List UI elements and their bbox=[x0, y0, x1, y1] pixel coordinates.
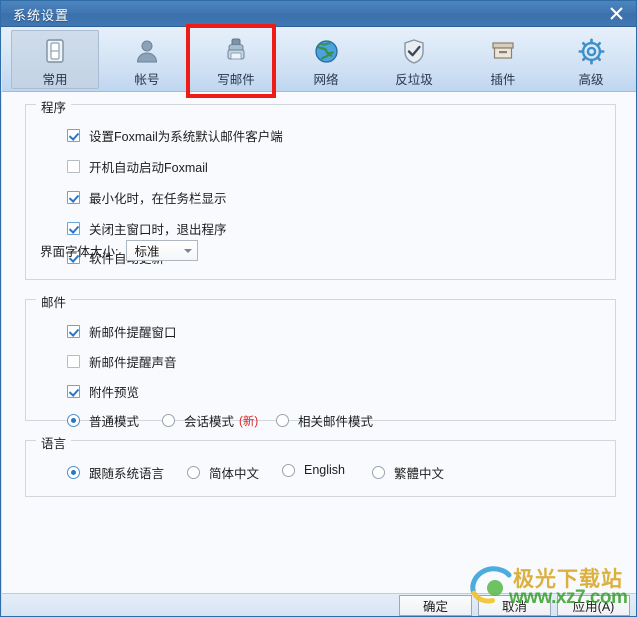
dialog-footer: 确定 取消 应用(A) bbox=[2, 593, 636, 616]
cancel-button[interactable]: 取消 bbox=[478, 595, 551, 616]
language-group-legend: 语言 bbox=[36, 433, 72, 452]
checkbox-exit-on-close[interactable] bbox=[67, 222, 80, 235]
option-label: 普通模式 bbox=[89, 415, 140, 429]
option-label: 繁體中文 bbox=[394, 467, 445, 481]
option-label: 关闭主窗口时，退出程序 bbox=[89, 223, 227, 237]
plugin-box-icon bbox=[490, 34, 516, 68]
font-size-value: 标准 bbox=[134, 245, 160, 259]
tab-accounts[interactable]: 帐号 bbox=[103, 30, 191, 89]
close-icon bbox=[609, 7, 623, 20]
checkbox-autostart[interactable] bbox=[67, 160, 80, 173]
checkbox-new-mail-popup[interactable] bbox=[67, 325, 80, 338]
radio-related-mail-mode[interactable] bbox=[276, 414, 289, 427]
ok-button[interactable]: 确定 bbox=[399, 595, 472, 616]
option-label: 新邮件提醒窗口 bbox=[89, 326, 177, 340]
option-label: 开机自动启动Foxmail bbox=[89, 161, 208, 175]
option-label: English bbox=[304, 463, 345, 477]
checkbox-attachment-preview[interactable] bbox=[67, 385, 80, 398]
chevron-down-icon bbox=[184, 248, 193, 253]
globe-icon bbox=[313, 34, 340, 68]
option-attachment-preview[interactable]: 附件预览 bbox=[67, 382, 139, 401]
option-autostart[interactable]: 开机自动启动Foxmail bbox=[67, 157, 208, 176]
settings-content-panel: 程序 设置Foxmail为系统默认邮件客户端 开机自动启动Foxmail 最小化… bbox=[2, 92, 636, 593]
radio-simplified-chinese[interactable] bbox=[187, 466, 200, 479]
close-button[interactable] bbox=[602, 2, 630, 25]
window-title: 系统设置 bbox=[13, 8, 70, 23]
font-size-row: 界面字体大小: 标准 bbox=[40, 240, 199, 261]
option-label: 会话模式 bbox=[184, 415, 235, 429]
radio-option-related-mail-mode[interactable]: 相关邮件模式 bbox=[276, 411, 373, 430]
radio-option-simplified-chinese[interactable]: 简体中文 bbox=[187, 463, 259, 482]
option-new-mail-sound[interactable]: 新邮件提醒声音 bbox=[67, 352, 177, 371]
tab-label: 写邮件 bbox=[217, 73, 255, 87]
tab-general[interactable]: 常用 bbox=[11, 30, 99, 89]
mail-compose-icon bbox=[222, 34, 250, 68]
tab-label: 插件 bbox=[490, 73, 516, 87]
apply-button[interactable]: 应用(A) bbox=[557, 595, 630, 616]
radio-option-english[interactable]: English bbox=[282, 463, 345, 477]
radio-option-conversation-mode[interactable]: 会话模式 (新) bbox=[162, 411, 258, 430]
tab-label: 反垃圾 bbox=[395, 73, 433, 87]
tab-antispam[interactable]: 反垃圾 bbox=[370, 30, 458, 89]
option-label: 设置Foxmail为系统默认邮件客户端 bbox=[89, 130, 283, 144]
program-group-legend: 程序 bbox=[36, 97, 72, 116]
option-label: 最小化时，在任务栏显示 bbox=[89, 192, 227, 206]
tab-label: 常用 bbox=[42, 73, 68, 87]
user-icon bbox=[133, 34, 161, 68]
mail-group-legend: 邮件 bbox=[36, 292, 72, 311]
tab-plugins[interactable]: 插件 bbox=[459, 30, 547, 89]
shield-check-icon bbox=[401, 34, 427, 68]
option-exit-on-close[interactable]: 关闭主窗口时，退出程序 bbox=[67, 219, 227, 238]
language-group: 语言 跟随系统语言 简体中文 English 繁體中文 bbox=[25, 433, 616, 497]
radio-system-language[interactable] bbox=[67, 466, 80, 479]
tab-network[interactable]: 网络 bbox=[282, 30, 370, 89]
settings-tab-strip: 常用 帐号 写邮件 网络 反垃圾 插件 高级 bbox=[2, 27, 636, 92]
radio-option-normal-mode[interactable]: 普通模式 bbox=[67, 411, 139, 430]
radio-english[interactable] bbox=[282, 463, 295, 477]
toggle-switch-icon bbox=[42, 34, 68, 68]
checkbox-new-mail-sound[interactable] bbox=[67, 355, 80, 368]
tab-compose[interactable]: 写邮件 bbox=[192, 30, 280, 89]
option-label: 简体中文 bbox=[209, 467, 260, 481]
tab-label: 网络 bbox=[313, 73, 339, 87]
radio-option-traditional-chinese[interactable]: 繁體中文 bbox=[372, 463, 444, 482]
option-new-mail-popup[interactable]: 新邮件提醒窗口 bbox=[67, 322, 177, 341]
option-minimize-to-tray[interactable]: 最小化时，在任务栏显示 bbox=[67, 188, 227, 207]
checkbox-default-mail-client[interactable] bbox=[67, 129, 80, 142]
option-label: 相关邮件模式 bbox=[298, 415, 374, 429]
checkbox-minimize-to-tray[interactable] bbox=[67, 191, 80, 204]
mail-group: 邮件 新邮件提醒窗口 新邮件提醒声音 附件预览 普通模式 会话模式 (新) 相关… bbox=[25, 292, 616, 429]
option-label: 新邮件提醒声音 bbox=[89, 356, 177, 370]
radio-traditional-chinese[interactable] bbox=[372, 466, 385, 479]
tab-label: 高级 bbox=[578, 73, 604, 87]
font-size-select[interactable]: 标准 bbox=[126, 240, 199, 261]
option-label: 附件预览 bbox=[89, 386, 140, 400]
option-label: 跟随系统语言 bbox=[89, 467, 165, 481]
settings-dialog-window: 系统设置 常用 帐号 写邮件 网络 反垃圾 插件 高级 程序 设置Foxmail… bbox=[0, 0, 637, 617]
tab-advanced[interactable]: 高级 bbox=[547, 30, 635, 89]
title-bar: 系统设置 bbox=[1, 1, 636, 27]
new-badge: (新) bbox=[239, 415, 259, 428]
radio-option-system-language[interactable]: 跟随系统语言 bbox=[67, 463, 164, 482]
radio-normal-mode[interactable] bbox=[67, 414, 80, 427]
font-size-label: 界面字体大小: bbox=[40, 245, 119, 259]
tab-label: 帐号 bbox=[134, 73, 160, 87]
gear-icon bbox=[577, 34, 605, 68]
radio-conversation-mode[interactable] bbox=[162, 414, 175, 427]
option-default-mail-client[interactable]: 设置Foxmail为系统默认邮件客户端 bbox=[67, 126, 283, 145]
